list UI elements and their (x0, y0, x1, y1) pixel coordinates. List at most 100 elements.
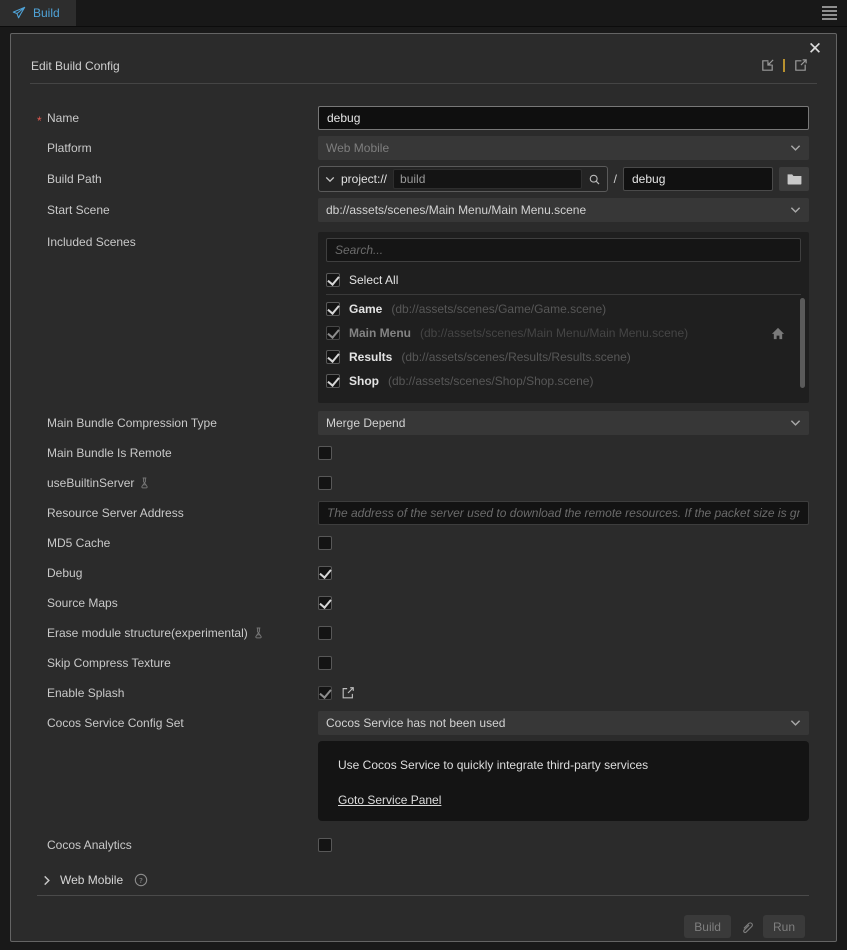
skip-compress-row: Skip Compress Texture (37, 651, 809, 675)
build-path-label: Build Path (37, 172, 318, 186)
scene-checkbox[interactable] (326, 350, 340, 364)
build-path-input[interactable] (393, 169, 582, 189)
compression-row: Main Bundle Compression Type Merge Depen… (37, 411, 809, 435)
start-scene-select[interactable]: db://assets/scenes/Main Menu/Main Menu.s… (318, 198, 809, 222)
web-mobile-section-header[interactable]: Web Mobile ? (37, 867, 809, 893)
scene-item-results[interactable]: Results (db://assets/scenes/Results/Resu… (326, 345, 801, 369)
chevron-right-icon (43, 875, 51, 886)
chevron-down-icon (790, 206, 801, 214)
menu-icon[interactable] (817, 0, 847, 26)
chevron-down-icon[interactable] (325, 176, 335, 183)
select-all-divider (326, 294, 801, 295)
compression-select[interactable]: Merge Depend (318, 411, 809, 435)
platform-row: Platform Web Mobile (37, 136, 809, 160)
included-scenes-label: Included Scenes (37, 232, 318, 249)
debug-label: Debug (37, 566, 318, 580)
cocos-analytics-checkbox[interactable] (318, 838, 332, 852)
scene-checkbox[interactable] (326, 374, 340, 388)
start-scene-row: Start Scene db://assets/scenes/Main Menu… (37, 198, 809, 222)
topbar-spacer (76, 0, 817, 26)
tab-build[interactable]: Build (0, 0, 76, 26)
goto-service-panel-link[interactable]: Goto Service Panel (338, 793, 441, 807)
build-path-row: Build Path project:// / (37, 166, 809, 192)
open-folder-button[interactable] (779, 167, 809, 191)
tab-build-label: Build (33, 6, 60, 20)
edit-build-config-dialog: ✕ Edit Build Config * Name Platfo (10, 33, 837, 942)
use-builtin-server-checkbox[interactable] (318, 476, 332, 490)
protocol-label: project:// (341, 172, 387, 186)
select-all-row[interactable]: Select All (326, 266, 801, 294)
main-bundle-is-remote-label: Main Bundle Is Remote (37, 446, 318, 460)
cocos-analytics-label: Cocos Analytics (37, 838, 318, 852)
resource-server-row: Resource Server Address (37, 501, 809, 525)
folder-icon (787, 173, 802, 185)
close-icon[interactable]: ✕ (806, 40, 824, 58)
erase-module-row: Erase module structure(experimental) (37, 621, 809, 645)
scrollbar[interactable] (800, 298, 805, 388)
select-all-checkbox[interactable] (326, 273, 340, 287)
build-button[interactable]: Build (684, 915, 731, 938)
path-separator: / (614, 172, 617, 186)
service-config-select[interactable]: Cocos Service has not been used (318, 711, 809, 735)
name-label: * Name (37, 111, 318, 125)
source-maps-checkbox[interactable] (318, 596, 332, 610)
erase-module-checkbox[interactable] (318, 626, 332, 640)
scene-item-main-menu[interactable]: Main Menu (db://assets/scenes/Main Menu/… (326, 321, 801, 345)
md5-cache-row: MD5 Cache (37, 531, 809, 555)
web-mobile-section-label: Web Mobile (60, 873, 123, 887)
compression-label: Main Bundle Compression Type (37, 416, 318, 430)
experimental-flask-icon (139, 477, 150, 489)
cocos-analytics-row: Cocos Analytics (37, 833, 809, 857)
paper-plane-icon (12, 6, 26, 20)
dialog-header: Edit Build Config (11, 34, 836, 83)
chevron-down-icon (790, 419, 801, 427)
name-input[interactable] (318, 106, 809, 130)
top-bar: Build (0, 0, 847, 27)
experimental-flask-icon (253, 627, 264, 639)
erase-module-label: Erase module structure(experimental) (37, 626, 318, 640)
service-info-panel: Use Cocos Service to quickly integrate t… (318, 741, 809, 821)
scene-search-input[interactable] (326, 238, 801, 262)
required-asterisk: * (37, 114, 42, 128)
svg-text:?: ? (139, 876, 143, 885)
debug-checkbox[interactable] (318, 566, 332, 580)
scene-item-game[interactable]: Game (db://assets/scenes/Game/Game.scene… (326, 297, 801, 321)
chevron-down-icon (790, 719, 801, 727)
build-path-box: project:// (318, 166, 608, 192)
use-builtin-server-row: useBuiltinServer (37, 471, 809, 495)
included-scenes-row: Included Scenes Select All Game (db://as… (37, 232, 809, 403)
service-config-label: Cocos Service Config Set (37, 716, 318, 730)
enable-splash-checkbox[interactable] (318, 686, 332, 700)
dialog-footer: Build Run (37, 896, 809, 938)
import-config-icon[interactable] (760, 58, 775, 73)
main-bundle-is-remote-checkbox[interactable] (318, 446, 332, 460)
enable-splash-label: Enable Splash (37, 686, 318, 700)
enable-splash-row: Enable Splash (37, 681, 809, 705)
select-all-label: Select All (349, 273, 398, 287)
scene-checkbox[interactable] (326, 302, 340, 316)
dialog-title: Edit Build Config (31, 59, 120, 73)
scene-checkbox (326, 326, 340, 340)
chevron-down-icon (790, 144, 801, 152)
source-maps-row: Source Maps (37, 591, 809, 615)
home-icon (771, 327, 785, 340)
name-row: * Name (37, 106, 809, 130)
use-builtin-server-label: useBuiltinServer (37, 476, 318, 490)
service-message: Use Cocos Service to quickly integrate t… (338, 758, 789, 772)
edit-splash-icon[interactable] (341, 686, 355, 700)
link-icon[interactable] (740, 920, 754, 934)
output-folder-input[interactable] (623, 167, 773, 191)
search-icon[interactable] (588, 173, 601, 186)
debug-row: Debug (37, 561, 809, 585)
service-config-row: Cocos Service Config Set Cocos Service h… (37, 711, 809, 735)
md5-cache-checkbox[interactable] (318, 536, 332, 550)
platform-select[interactable]: Web Mobile (318, 136, 809, 160)
resource-server-input[interactable] (318, 501, 809, 525)
md5-cache-label: MD5 Cache (37, 536, 318, 550)
run-button[interactable]: Run (763, 915, 805, 938)
export-config-icon[interactable] (793, 58, 808, 73)
question-icon[interactable]: ? (134, 873, 148, 887)
scene-item-shop[interactable]: Shop (db://assets/scenes/Shop/Shop.scene… (326, 369, 801, 393)
platform-label: Platform (37, 141, 318, 155)
skip-compress-checkbox[interactable] (318, 656, 332, 670)
